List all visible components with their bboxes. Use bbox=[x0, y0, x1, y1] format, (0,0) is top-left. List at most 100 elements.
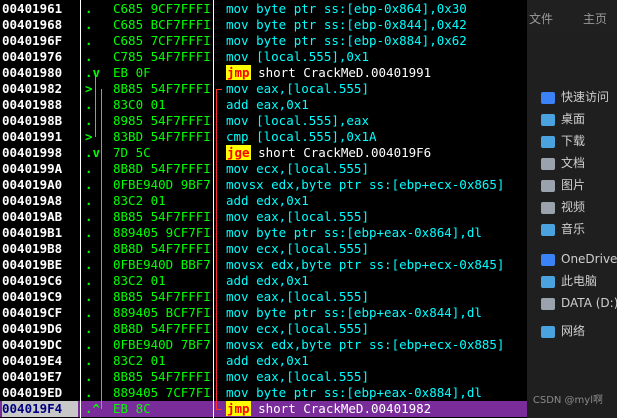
hex-bytes-cell: 889405 BCF7FI bbox=[113, 305, 211, 320]
instruction-cell: add eax,0x1 bbox=[226, 97, 309, 112]
instruction-cell: movsx edx,byte ptr ss:[ebp+ecx-0x885] bbox=[226, 337, 505, 352]
hex-bytes-cell: C685 7CF7FFFI bbox=[113, 33, 211, 48]
hex-bytes-cell: 8B85 54F7FFFI bbox=[113, 81, 211, 96]
address-cell: 004019E4 bbox=[2, 353, 63, 368]
hex-bytes-cell: 8B8D 54F7FFFI bbox=[113, 241, 211, 256]
folder-icon bbox=[541, 223, 555, 236]
watermark: CSDN @myl啊 bbox=[532, 395, 603, 406]
hex-bytes-cell: EB 8C bbox=[113, 401, 151, 416]
loop-bracket-bottom bbox=[216, 409, 222, 410]
nav-item-label: 音乐 bbox=[561, 222, 586, 236]
jump-marker: .v bbox=[85, 65, 101, 80]
address-cell: 004019CF bbox=[2, 305, 63, 320]
nav-item[interactable]: 网络 bbox=[527, 320, 617, 342]
tab-home[interactable]: 主页 bbox=[583, 10, 607, 27]
hex-bytes-cell: 8B85 54F7FFFI bbox=[113, 369, 211, 384]
nav-item-label: 此电脑 bbox=[561, 274, 598, 288]
explorer-window: 文件 主页 快速访问 桌面下载文档图片视频音乐 OneDrive 此电脑 DATA (D… bbox=[527, 0, 617, 418]
nav-item[interactable]: 文档 bbox=[527, 152, 617, 174]
instruction-cell: mov eax,[local.555] bbox=[226, 81, 369, 96]
folder-icon bbox=[541, 113, 555, 126]
jump-marker: . bbox=[85, 353, 93, 368]
nav-item-label: DATA (D:) bbox=[561, 296, 617, 310]
address-cell: 0040196F bbox=[2, 33, 63, 48]
jump-marker: . bbox=[85, 321, 93, 336]
loop-flow-line bbox=[101, 89, 102, 409]
tab-file[interactable]: 文件 bbox=[529, 10, 553, 27]
column-separator bbox=[80, 0, 81, 418]
nav-item-label: 网络 bbox=[561, 324, 586, 338]
folder-icon bbox=[541, 325, 555, 338]
hex-bytes-cell: 83C0 01 bbox=[113, 97, 166, 112]
address-cell: 004019ED bbox=[2, 385, 63, 400]
nav-item-label: 下载 bbox=[561, 134, 586, 148]
hex-bytes-cell: C685 9CF7FFFI bbox=[113, 1, 211, 16]
jump-marker: . bbox=[85, 1, 93, 16]
folder-icon bbox=[541, 297, 555, 310]
jump-marker: . bbox=[85, 225, 93, 240]
address-cell: 00401998 bbox=[2, 145, 63, 160]
address-cell: 00401976 bbox=[2, 49, 63, 64]
hex-bytes-cell: C685 BCF7FFFI bbox=[113, 17, 211, 32]
instruction-cell: cmp [local.555],0x1A bbox=[226, 129, 377, 144]
address-cell: 004019D6 bbox=[2, 321, 63, 336]
instruction-cell: jmp short CrackMeD.00401982 bbox=[226, 401, 526, 417]
jump-marker: . bbox=[85, 209, 93, 224]
address-cell: 004019BE bbox=[2, 257, 63, 272]
address-cell: 00401991 bbox=[2, 129, 63, 144]
jump-mnemonic: jmp bbox=[226, 401, 251, 416]
jump-marker: .v bbox=[85, 145, 101, 160]
folder-icon bbox=[541, 201, 555, 214]
nav-item[interactable]: 图片 bbox=[527, 174, 617, 196]
nav-item-label: 文档 bbox=[561, 156, 586, 170]
jump-marker: .^ bbox=[85, 401, 101, 416]
loop-bracket-top bbox=[216, 89, 222, 90]
jump-marker: . bbox=[85, 97, 93, 112]
nav-item-label: 图片 bbox=[561, 178, 586, 192]
address-cell: 00401980 bbox=[2, 65, 63, 80]
hex-bytes-cell: 83C2 01 bbox=[113, 273, 166, 288]
address-cell: 004019A0 bbox=[2, 177, 63, 192]
address-cell: 00401988 bbox=[2, 97, 63, 112]
nav-item[interactable]: 视频 bbox=[527, 196, 617, 218]
nav-item[interactable]: 音乐 bbox=[527, 218, 617, 240]
jump-marker: . bbox=[85, 385, 93, 400]
loop-bracket-line bbox=[216, 89, 217, 409]
instruction-cell: mov eax,[local.555] bbox=[226, 289, 369, 304]
jump-marker: . bbox=[85, 337, 93, 352]
instruction-cell: jge short CrackMeD.004019F6 bbox=[226, 145, 526, 161]
address-cell: 00401961 bbox=[2, 1, 63, 16]
hex-bytes-cell: 889405 9CF7FI bbox=[113, 225, 211, 240]
nav-item[interactable]: 桌面 bbox=[527, 108, 617, 130]
nav-item[interactable]: OneDrive bbox=[527, 248, 617, 270]
address-cell: 004019E7 bbox=[2, 369, 63, 384]
instruction-cell: add edx,0x1 bbox=[226, 353, 309, 368]
address-cell: 004019C6 bbox=[2, 273, 63, 288]
instruction-cell: add edx,0x1 bbox=[226, 193, 309, 208]
instruction-cell: mov eax,[local.555] bbox=[226, 369, 369, 384]
hex-bytes-cell: 8985 54F7FFFI bbox=[113, 113, 211, 128]
instruction-cell: mov [local.555],eax bbox=[226, 113, 369, 128]
nav-item[interactable]: 快速访问 bbox=[527, 86, 617, 108]
hex-bytes-cell: 0FBE940D BBF7 bbox=[113, 257, 211, 272]
instruction-cell: mov byte ptr ss:[ebp-0x884],0x62 bbox=[226, 33, 467, 48]
address-cell: 004019B1 bbox=[2, 225, 63, 240]
nav-item[interactable]: 此电脑 bbox=[527, 270, 617, 292]
nav-item[interactable]: 下载 bbox=[527, 130, 617, 152]
explorer-ribbon: 文件 主页 bbox=[527, 0, 617, 32]
jump-mnemonic: jge bbox=[226, 145, 251, 160]
jump-marker: . bbox=[85, 113, 93, 128]
jump-marker: . bbox=[85, 193, 93, 208]
hex-bytes-cell: 83C2 01 bbox=[113, 193, 166, 208]
folder-icon bbox=[541, 179, 555, 192]
instruction-cell: mov byte ptr ss:[ebp-0x864],0x30 bbox=[226, 1, 467, 16]
disassembly-pane[interactable]: 00401961. C685 9CF7FFFI mov byte ptr ss:[e… bbox=[0, 0, 527, 418]
jump-marker: . bbox=[85, 17, 93, 32]
hex-bytes-cell: 8B8D 54F7FFFI bbox=[113, 161, 211, 176]
folder-icon bbox=[541, 91, 555, 104]
address-cell: 004019F4 bbox=[2, 401, 78, 417]
folder-icon bbox=[541, 157, 555, 170]
instruction-cell: mov eax,[local.555] bbox=[226, 209, 369, 224]
nav-item[interactable]: DATA (D:) bbox=[527, 292, 617, 314]
instruction-cell: jmp short CrackMeD.00401991 bbox=[226, 65, 526, 81]
